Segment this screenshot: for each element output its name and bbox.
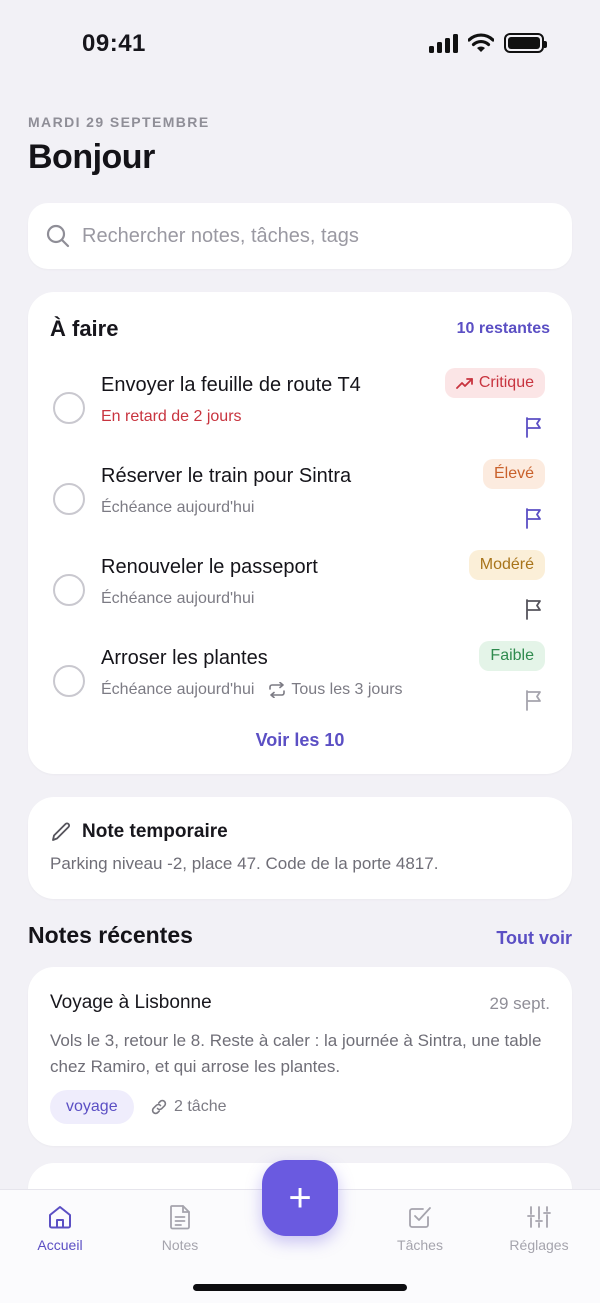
home-indicator (193, 1284, 407, 1291)
search-input[interactable]: Rechercher notes, tâches, tags (28, 203, 572, 269)
tab-reglages[interactable]: Réglages (484, 1204, 594, 1253)
task-due: Échéance aujourd'hui (101, 590, 254, 608)
repeat-text: Tous les 3 jours (291, 681, 403, 698)
search-placeholder: Rechercher notes, tâches, tags (82, 224, 359, 247)
priority-label: Faible (490, 647, 534, 664)
priority-badge: Modéré (468, 550, 545, 580)
home-icon (49, 1206, 71, 1229)
task-title: Réserver le train pour Sintra (101, 465, 352, 487)
task-due: Échéance aujourd'hui (101, 499, 254, 517)
priority-badge: Élevé (482, 459, 545, 489)
repeat-icon (269, 682, 286, 698)
linked-tasks-count: 2 tâche (174, 1098, 227, 1115)
see-all-notes-button[interactable]: Tout voir (496, 928, 572, 949)
priority-badge: Faible (479, 641, 545, 671)
checkbox-icon (409, 1207, 431, 1228)
task-item[interactable]: Réserver le train pour Sintra Échéance a… (28, 459, 572, 545)
task-checkbox[interactable] (53, 574, 85, 606)
tab-accueil[interactable]: Accueil (5, 1204, 115, 1253)
linked-tasks: 2 tâche (150, 1098, 226, 1116)
task-item[interactable]: Envoyer la feuille de route T4 En retard… (28, 368, 572, 454)
tab-label: Tâches (397, 1237, 443, 1253)
tab-notes[interactable]: Notes (125, 1204, 235, 1253)
trending-up-icon (455, 378, 473, 389)
todo-card: À faire 10 restantes Envoyer la feuille … (28, 292, 572, 774)
priority-badge: Critique (444, 368, 545, 398)
cellular-signal-icon (429, 33, 458, 53)
task-item[interactable]: Arroser les plantes Échéance aujourd'hui… (28, 641, 572, 727)
search-icon (46, 224, 70, 248)
temp-note-title: Note temporaire (82, 821, 228, 842)
note-title: Voyage à Lisbonne (50, 992, 212, 1013)
flag-icon[interactable] (524, 416, 544, 438)
battery-icon (504, 33, 547, 53)
flag-icon[interactable] (524, 689, 544, 711)
note-date: 29 sept. (489, 994, 551, 1013)
sliders-icon (527, 1206, 551, 1228)
link-icon (151, 1099, 167, 1115)
task-checkbox[interactable] (53, 483, 85, 515)
date-label: MARDI 29 SEPTEMBRE (28, 114, 210, 130)
priority-label: Critique (478, 374, 534, 391)
temp-note-body: Parking niveau -2, place 47. Code de la … (50, 854, 439, 873)
temp-note-header: Note temporaire (50, 821, 228, 843)
wifi-icon (468, 33, 494, 52)
tab-label: Notes (161, 1237, 199, 1253)
task-due-text: Échéance aujourd'hui (101, 590, 255, 607)
add-button[interactable]: + (262, 1160, 338, 1236)
priority-label: Modéré (479, 556, 534, 573)
task-title: Envoyer la feuille de route T4 (101, 374, 361, 396)
status-icons (429, 33, 547, 53)
task-checkbox[interactable] (53, 392, 85, 424)
status-time: 09:41 (82, 30, 146, 57)
task-checkbox[interactable] (53, 665, 85, 697)
note-card[interactable]: Voyage à Lisbonne 29 sept. Vols le 3, re… (28, 967, 572, 1146)
plus-icon: + (288, 1176, 312, 1220)
task-title: Renouveler le passeport (101, 556, 318, 578)
document-icon (170, 1205, 190, 1230)
note-body: Vols le 3, retour le 8. Reste à caler : … (50, 1031, 542, 1076)
flag-icon[interactable] (524, 598, 544, 620)
page-title: Bonjour (28, 138, 155, 176)
tab-taches[interactable]: Tâches (365, 1204, 475, 1253)
todo-title: À faire (50, 316, 119, 341)
task-due: Échéance aujourd'hui Tous les 3 jours (101, 681, 403, 699)
task-item[interactable]: Renouveler le passeport Échéance aujourd… (28, 550, 572, 636)
task-title: Arroser les plantes (101, 647, 268, 669)
pencil-icon (52, 822, 70, 841)
see-all-tasks-button[interactable]: Voir les 10 (28, 730, 572, 751)
recent-notes-title: Notes récentes (28, 922, 193, 948)
repeat-info: Tous les 3 jours (268, 681, 403, 699)
task-due-text: Échéance aujourd'hui (101, 499, 255, 516)
task-due-text: Échéance aujourd'hui (101, 681, 255, 698)
note-tag[interactable]: voyage (50, 1090, 134, 1124)
tab-label: Réglages (509, 1237, 569, 1253)
status-bar: 09:41 (0, 0, 600, 90)
task-due: En retard de 2 jours (101, 408, 242, 426)
flag-icon[interactable] (524, 507, 544, 529)
task-due-text: En retard de 2 jours (101, 408, 242, 425)
tab-label: Accueil (37, 1237, 83, 1253)
temp-note-card[interactable]: Note temporaire Parking niveau -2, place… (28, 797, 572, 899)
priority-label: Élevé (493, 465, 534, 482)
remaining-count[interactable]: 10 restantes (457, 320, 550, 338)
